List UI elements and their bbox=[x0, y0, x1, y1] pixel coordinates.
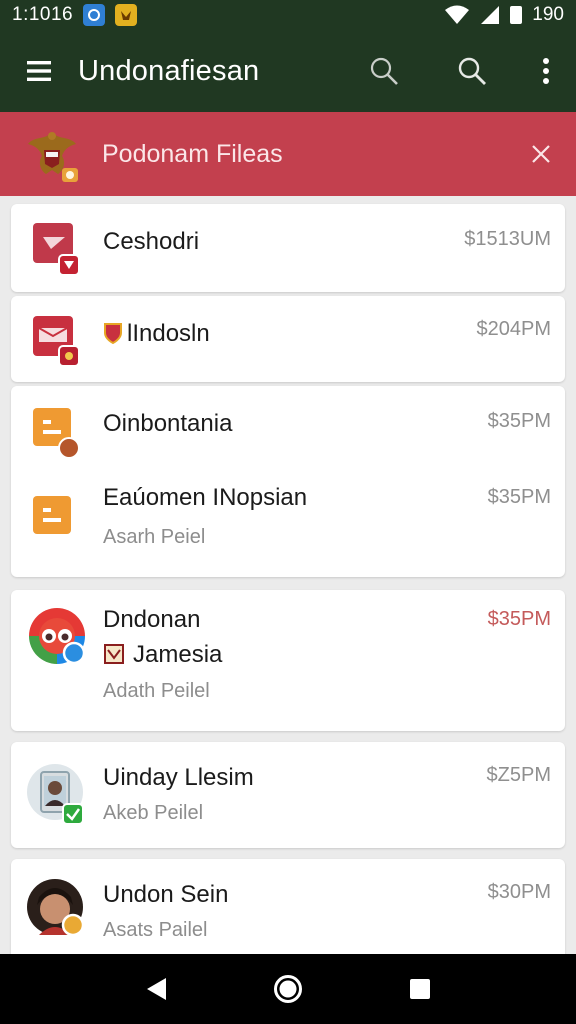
app-title: Undonafiesan bbox=[78, 54, 260, 87]
close-icon bbox=[532, 145, 550, 163]
item-subtitle: Asarh Peiel bbox=[103, 526, 206, 548]
nav-recents-button[interactable] bbox=[390, 959, 450, 1019]
item-name-line2: Jamesia bbox=[133, 641, 223, 668]
item-name: Oinbontania bbox=[103, 410, 233, 437]
list-item[interactable]: Undon Sein $30PM Asats Pailel bbox=[11, 859, 565, 954]
close-banner-button[interactable] bbox=[506, 112, 576, 196]
item-name: Uinday Llesim bbox=[103, 764, 254, 791]
item-price: $30PM bbox=[487, 881, 551, 903]
list-item[interactable]: Ceshodri $1513UM bbox=[11, 204, 565, 292]
contact-photo bbox=[27, 879, 87, 939]
emblem-shield-icon bbox=[104, 644, 124, 664]
list-card[interactable]: Uinday Llesim $Z5PM Akeb Peilel bbox=[11, 742, 565, 848]
item-price: $204PM bbox=[476, 318, 552, 340]
list-card[interactable]: Dndonan Jamesia $35PM Adath Peilel bbox=[11, 590, 565, 731]
item-price: $35PM bbox=[487, 608, 551, 630]
garuda-emblem-icon bbox=[26, 126, 78, 182]
list-card[interactable]: Undon Sein $30PM Asats Pailel bbox=[11, 859, 565, 969]
item-subtitle: Asats Pailel bbox=[103, 919, 208, 941]
item-name: Eaúomen INopsian bbox=[103, 484, 308, 511]
battery-icon bbox=[510, 6, 523, 24]
status-time: 1:1016 bbox=[12, 4, 74, 25]
back-triangle-icon bbox=[147, 978, 166, 1000]
item-name: Undon Sein bbox=[103, 881, 229, 908]
recents-square-icon bbox=[410, 979, 430, 999]
status-bar: 1:1016 190 bbox=[0, 0, 576, 30]
list-card[interactable]: Ceshodri $1513UM bbox=[11, 204, 565, 292]
item-name: Ceshodri bbox=[103, 228, 200, 255]
app-icon-orange bbox=[33, 408, 80, 459]
notification-emblem-icon bbox=[115, 4, 138, 26]
app-icon-red-envelope bbox=[33, 316, 80, 367]
system-nav-bar bbox=[0, 954, 576, 1024]
item-name: Dndonan bbox=[103, 606, 201, 633]
item-subtitle: Akeb Peilel bbox=[103, 802, 204, 824]
item-subtitle: Adath Peilel bbox=[103, 680, 210, 702]
nav-home-button[interactable] bbox=[258, 959, 318, 1019]
item-price: $35PM bbox=[487, 410, 551, 432]
list-card[interactable]: lIndosln $204PM bbox=[11, 296, 565, 382]
home-circle-icon bbox=[274, 975, 302, 1003]
emblem-shield-icon bbox=[104, 323, 122, 344]
list-item[interactable]: Dndonan Jamesia $35PM Adath Peilel bbox=[11, 590, 565, 731]
list-item[interactable]: Oinbontania $35PM bbox=[11, 386, 565, 476]
wifi-icon bbox=[445, 5, 470, 24]
signal-icon bbox=[481, 6, 500, 24]
banner-title: Podonam Fileas bbox=[102, 139, 283, 168]
item-price: $35PM bbox=[487, 486, 551, 508]
more-options-button[interactable] bbox=[516, 30, 576, 112]
item-name: lIndosln bbox=[127, 320, 210, 347]
notification-banner[interactable]: Podonam Fileas bbox=[0, 112, 576, 196]
search-button-2[interactable] bbox=[428, 30, 516, 112]
status-right-text: 190 bbox=[532, 4, 564, 25]
search-icon bbox=[458, 57, 486, 85]
app-icon-red-bookmark bbox=[33, 223, 80, 276]
notification-app-icon bbox=[83, 4, 106, 26]
list-item[interactable]: lIndosln $204PM bbox=[11, 296, 565, 382]
contact-photo bbox=[27, 764, 87, 825]
search-button[interactable] bbox=[340, 30, 428, 112]
list-card[interactable]: Oinbontania $35PM Eaúomen INopsian $35PM… bbox=[11, 386, 565, 577]
app-icon-orange bbox=[33, 496, 75, 538]
search-icon bbox=[370, 57, 398, 85]
item-price: $1513UM bbox=[464, 228, 551, 250]
menu-button[interactable] bbox=[0, 30, 78, 112]
hamburger-icon bbox=[27, 61, 51, 81]
list-item[interactable]: Eaúomen INopsian $35PM Asarh Peiel bbox=[11, 476, 565, 576]
list-item[interactable]: Uinday Llesim $Z5PM Akeb Peilel bbox=[11, 742, 565, 848]
app-bar: Undonafiesan bbox=[0, 30, 576, 112]
more-vert-icon bbox=[543, 58, 549, 84]
nav-back-button[interactable] bbox=[126, 959, 186, 1019]
item-price: $Z5PM bbox=[486, 764, 551, 786]
app-icon-colorful-face bbox=[27, 606, 87, 666]
